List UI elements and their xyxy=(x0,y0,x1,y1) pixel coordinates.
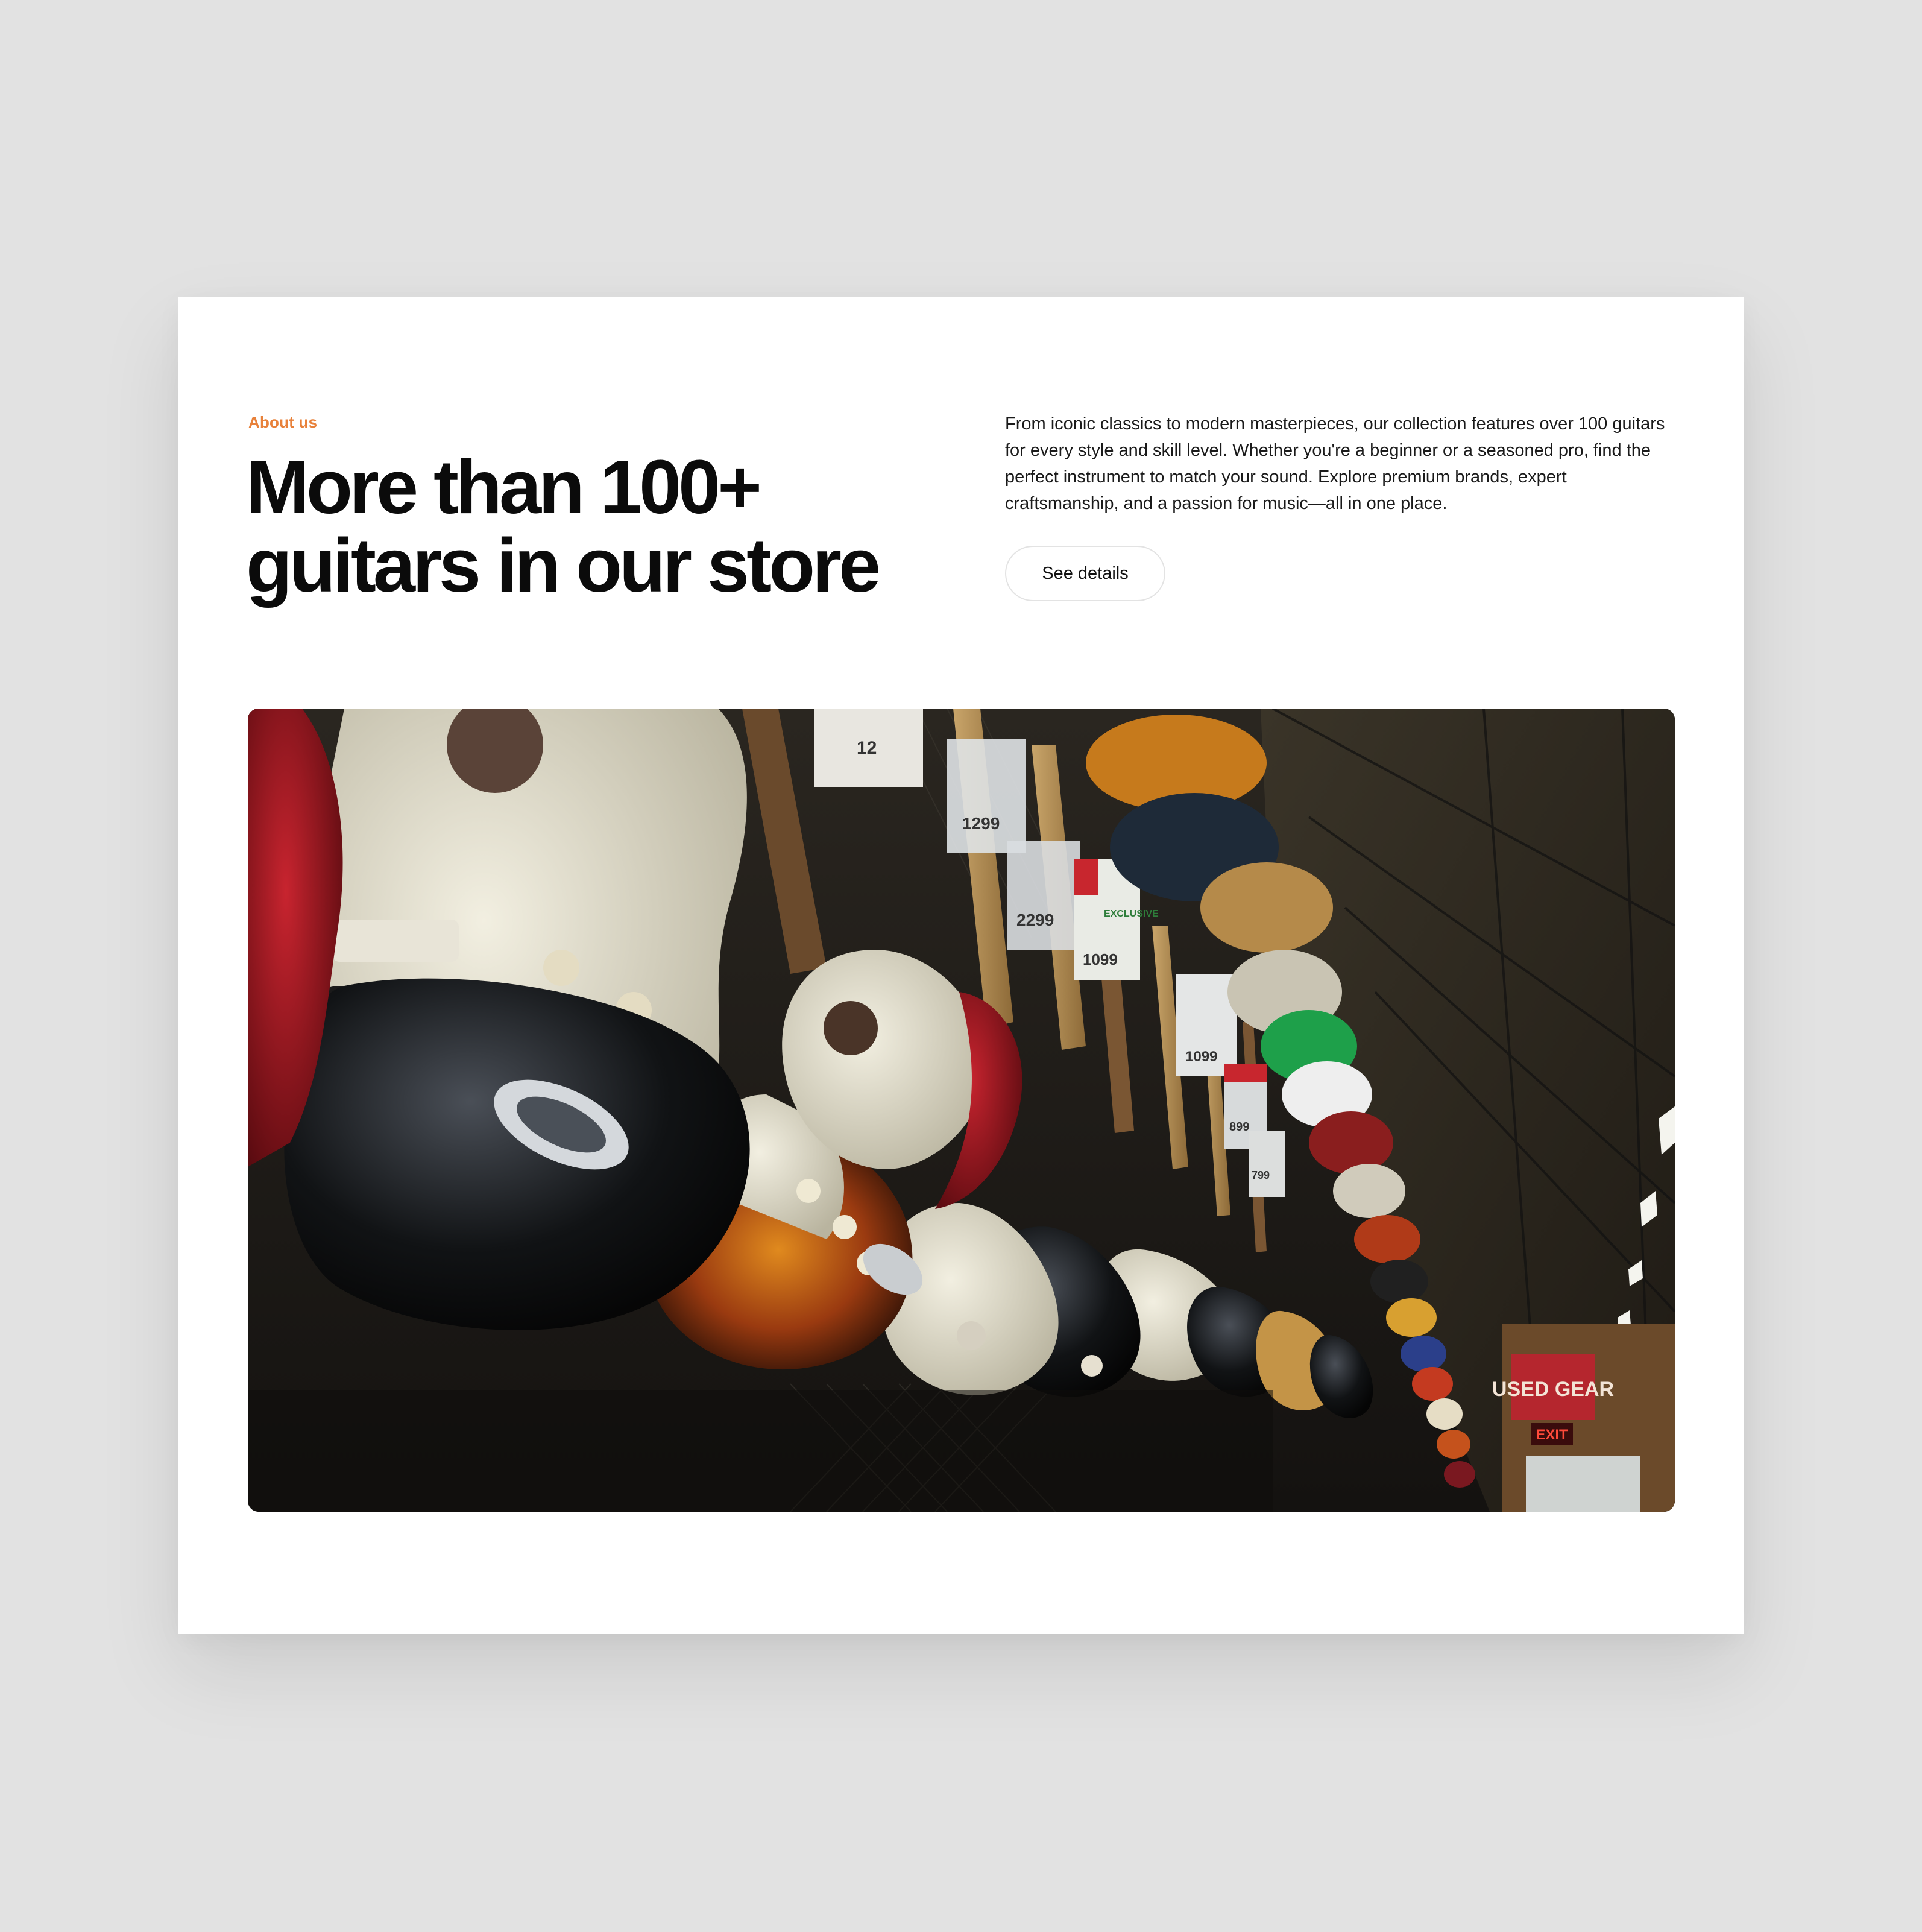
guitar-wall-illustration: USED GEAR EXIT 12 1299 2299 EXCLUSIVE 10… xyxy=(248,709,1675,1512)
price-tag-4: 1099 xyxy=(1083,950,1118,968)
section-description: From iconic classics to modern masterpie… xyxy=(1005,414,1665,513)
price-tag-6: 899 xyxy=(1229,1120,1249,1134)
section-eyebrow: About us xyxy=(248,413,318,431)
title-line-1: More than 100+ xyxy=(246,444,762,529)
used-gear-sign: USED GEAR xyxy=(1492,1378,1614,1401)
price-tag-1: 12 xyxy=(857,738,877,758)
guitar-store-photo: USED GEAR EXIT 12 1299 2299 EXCLUSIVE 10… xyxy=(248,709,1675,1512)
about-section-card: About us More than 100+ guitars in our s… xyxy=(178,297,1744,1634)
price-tag-3: 2299 xyxy=(1016,911,1054,929)
section-title: More than 100+ guitars in our store xyxy=(246,448,939,605)
title-line-2: guitars in our store xyxy=(246,523,881,608)
price-tag-2: 1299 xyxy=(962,814,1000,833)
exclusive-label: EXCLUSIVE xyxy=(1104,909,1159,919)
price-tag-5: 1099 xyxy=(1185,1049,1217,1065)
price-tag-7: 799 xyxy=(1252,1169,1270,1181)
exit-sign: EXIT xyxy=(1536,1427,1568,1443)
see-details-button[interactable]: See details xyxy=(1005,546,1165,601)
